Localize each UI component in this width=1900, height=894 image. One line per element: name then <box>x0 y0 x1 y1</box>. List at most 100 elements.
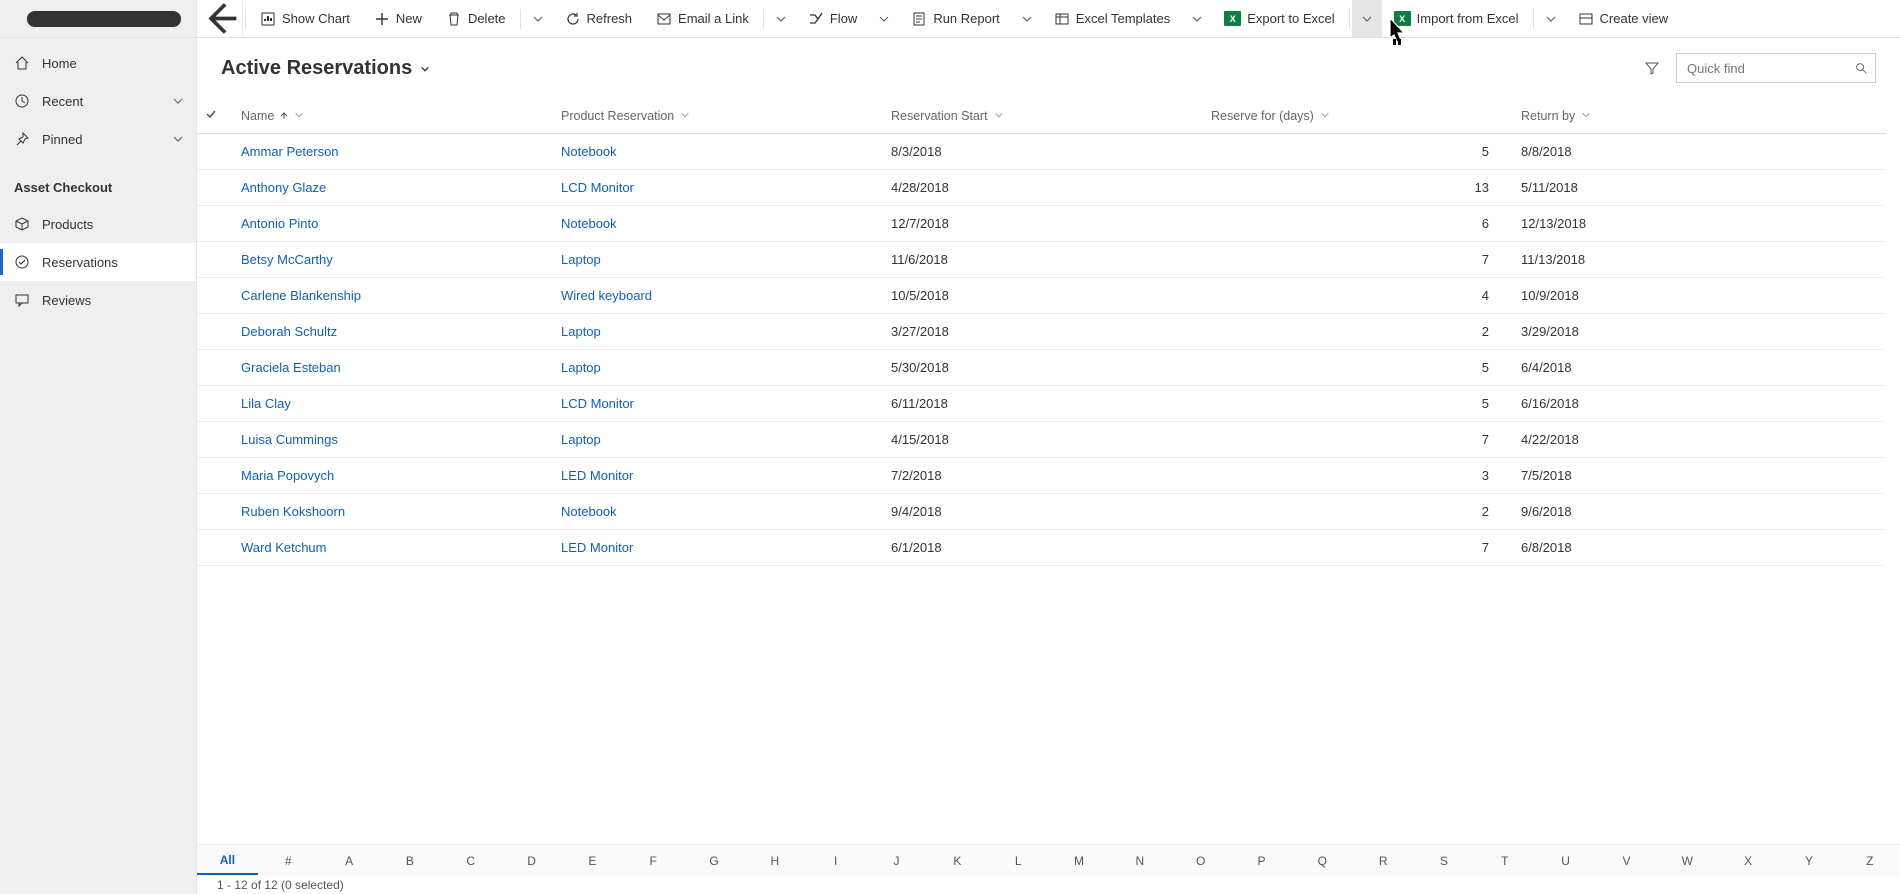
row-name-link[interactable]: Lila Clay <box>241 396 291 411</box>
row-name-link[interactable]: Ward Ketchum <box>241 540 327 555</box>
run-report-dropdown[interactable] <box>1012 0 1042 37</box>
alpha-filter-p[interactable]: P <box>1231 848 1292 874</box>
table-row[interactable]: Carlene BlankenshipWired keyboard10/5/20… <box>197 278 1886 314</box>
row-product-link[interactable]: LCD Monitor <box>561 396 634 411</box>
alpha-filter-m[interactable]: M <box>1049 848 1110 874</box>
row-name-link[interactable]: Betsy McCarthy <box>241 252 333 267</box>
alpha-filter-f[interactable]: F <box>623 848 684 874</box>
row-product-link[interactable]: LED Monitor <box>561 540 633 555</box>
alpha-filter-l[interactable]: L <box>988 848 1049 874</box>
row-product-link[interactable]: Notebook <box>561 504 617 519</box>
row-name-link[interactable]: Graciela Esteban <box>241 360 341 375</box>
nav-products[interactable]: Products <box>0 205 196 243</box>
flow-dropdown[interactable] <box>869 0 899 37</box>
back-button[interactable] <box>197 0 243 37</box>
row-checkbox[interactable] <box>197 134 233 170</box>
table-row[interactable]: Ward KetchumLED Monitor6/1/201876/8/2018 <box>197 530 1886 566</box>
row-product-link[interactable]: Laptop <box>561 432 601 447</box>
row-name-link[interactable]: Antonio Pinto <box>241 216 318 231</box>
alpha-filter-z[interactable]: Z <box>1839 848 1900 874</box>
row-name-link[interactable]: Luisa Cummings <box>241 432 338 447</box>
alpha-filter-a[interactable]: A <box>319 848 380 874</box>
alpha-filter-i[interactable]: I <box>805 848 866 874</box>
row-checkbox[interactable] <box>197 386 233 422</box>
search-icon[interactable] <box>1854 61 1868 75</box>
alpha-filter-d[interactable]: D <box>501 848 562 874</box>
alpha-filter-#[interactable]: # <box>258 848 319 874</box>
nav-home[interactable]: Home <box>0 44 196 82</box>
alpha-filter-e[interactable]: E <box>562 848 623 874</box>
alpha-filter-all[interactable]: All <box>197 847 258 875</box>
row-product-link[interactable]: Notebook <box>561 216 617 231</box>
column-header-days[interactable]: Reserve for (days) <box>1203 98 1513 134</box>
import-excel-button[interactable]: X Import from Excel <box>1382 0 1531 37</box>
alpha-filter-g[interactable]: G <box>684 848 745 874</box>
row-name-link[interactable]: Anthony Glaze <box>241 180 326 195</box>
alpha-filter-h[interactable]: H <box>744 848 805 874</box>
row-checkbox[interactable] <box>197 242 233 278</box>
row-name-link[interactable]: Ammar Peterson <box>241 144 339 159</box>
email-link-button[interactable]: Email a Link <box>644 0 761 37</box>
table-row[interactable]: Anthony GlazeLCD Monitor4/28/2018135/11/… <box>197 170 1886 206</box>
nav-recent[interactable]: Recent <box>0 82 196 120</box>
delete-dropdown[interactable] <box>523 0 553 37</box>
export-excel-button[interactable]: X Export to Excel <box>1212 0 1346 37</box>
create-view-button[interactable]: Create view <box>1566 0 1681 37</box>
row-checkbox[interactable] <box>197 314 233 350</box>
alpha-filter-v[interactable]: V <box>1596 848 1657 874</box>
row-checkbox[interactable] <box>197 278 233 314</box>
row-name-link[interactable]: Carlene Blankenship <box>241 288 361 303</box>
email-dropdown[interactable] <box>766 0 796 37</box>
row-name-link[interactable]: Maria Popovych <box>241 468 334 483</box>
row-product-link[interactable]: Wired keyboard <box>561 288 652 303</box>
row-checkbox[interactable] <box>197 530 233 566</box>
table-row[interactable]: Antonio PintoNotebook12/7/2018612/13/201… <box>197 206 1886 242</box>
row-product-link[interactable]: LED Monitor <box>561 468 633 483</box>
row-checkbox[interactable] <box>197 350 233 386</box>
chevron-down-icon[interactable] <box>172 95 184 107</box>
row-product-link[interactable]: Notebook <box>561 144 617 159</box>
table-row[interactable]: Deborah SchultzLaptop3/27/201823/29/2018 <box>197 314 1886 350</box>
table-row[interactable]: Graciela EstebanLaptop5/30/201856/4/2018 <box>197 350 1886 386</box>
chevron-down-icon[interactable] <box>172 133 184 145</box>
row-product-link[interactable]: Laptop <box>561 252 601 267</box>
alpha-filter-b[interactable]: B <box>379 848 440 874</box>
alpha-filter-r[interactable]: R <box>1353 848 1414 874</box>
row-checkbox[interactable] <box>197 494 233 530</box>
export-excel-dropdown[interactable] <box>1352 0 1382 37</box>
select-all-checkbox[interactable] <box>197 98 233 134</box>
excel-templates-dropdown[interactable] <box>1182 0 1212 37</box>
import-excel-dropdown[interactable] <box>1536 0 1566 37</box>
row-name-link[interactable]: Ruben Kokshoorn <box>241 504 345 519</box>
table-row[interactable]: Betsy McCarthyLaptop11/6/2018711/13/2018 <box>197 242 1886 278</box>
column-header-returnby[interactable]: Return by <box>1513 98 1886 134</box>
row-checkbox[interactable] <box>197 206 233 242</box>
row-product-link[interactable]: Laptop <box>561 360 601 375</box>
alpha-filter-n[interactable]: N <box>1109 848 1170 874</box>
view-title[interactable]: Active Reservations <box>221 57 430 80</box>
flow-button[interactable]: Flow <box>796 0 869 37</box>
column-header-start[interactable]: Reservation Start <box>883 98 1203 134</box>
table-row[interactable]: Ammar PetersonNotebook8/3/201858/8/2018 <box>197 134 1886 170</box>
alpha-filter-y[interactable]: Y <box>1779 848 1840 874</box>
alpha-filter-t[interactable]: T <box>1474 848 1535 874</box>
alpha-filter-o[interactable]: O <box>1170 848 1231 874</box>
alpha-filter-u[interactable]: U <box>1535 848 1596 874</box>
nav-pinned[interactable]: Pinned <box>0 120 196 158</box>
table-row[interactable]: Lila ClayLCD Monitor6/11/201856/16/2018 <box>197 386 1886 422</box>
row-checkbox[interactable] <box>197 422 233 458</box>
refresh-button[interactable]: Refresh <box>553 0 645 37</box>
row-product-link[interactable]: LCD Monitor <box>561 180 634 195</box>
alpha-filter-c[interactable]: C <box>440 848 501 874</box>
row-product-link[interactable]: Laptop <box>561 324 601 339</box>
alpha-filter-w[interactable]: W <box>1657 848 1718 874</box>
alpha-filter-q[interactable]: Q <box>1292 848 1353 874</box>
table-row[interactable]: Ruben KokshoornNotebook9/4/201829/6/2018 <box>197 494 1886 530</box>
table-row[interactable]: Maria PopovychLED Monitor7/2/201837/5/20… <box>197 458 1886 494</box>
alpha-filter-x[interactable]: X <box>1718 848 1779 874</box>
column-header-product[interactable]: Product Reservation <box>553 98 883 134</box>
row-checkbox[interactable] <box>197 170 233 206</box>
show-chart-button[interactable]: Show Chart <box>248 0 362 37</box>
new-button[interactable]: New <box>362 0 434 37</box>
nav-reservations[interactable]: Reservations <box>0 243 196 281</box>
